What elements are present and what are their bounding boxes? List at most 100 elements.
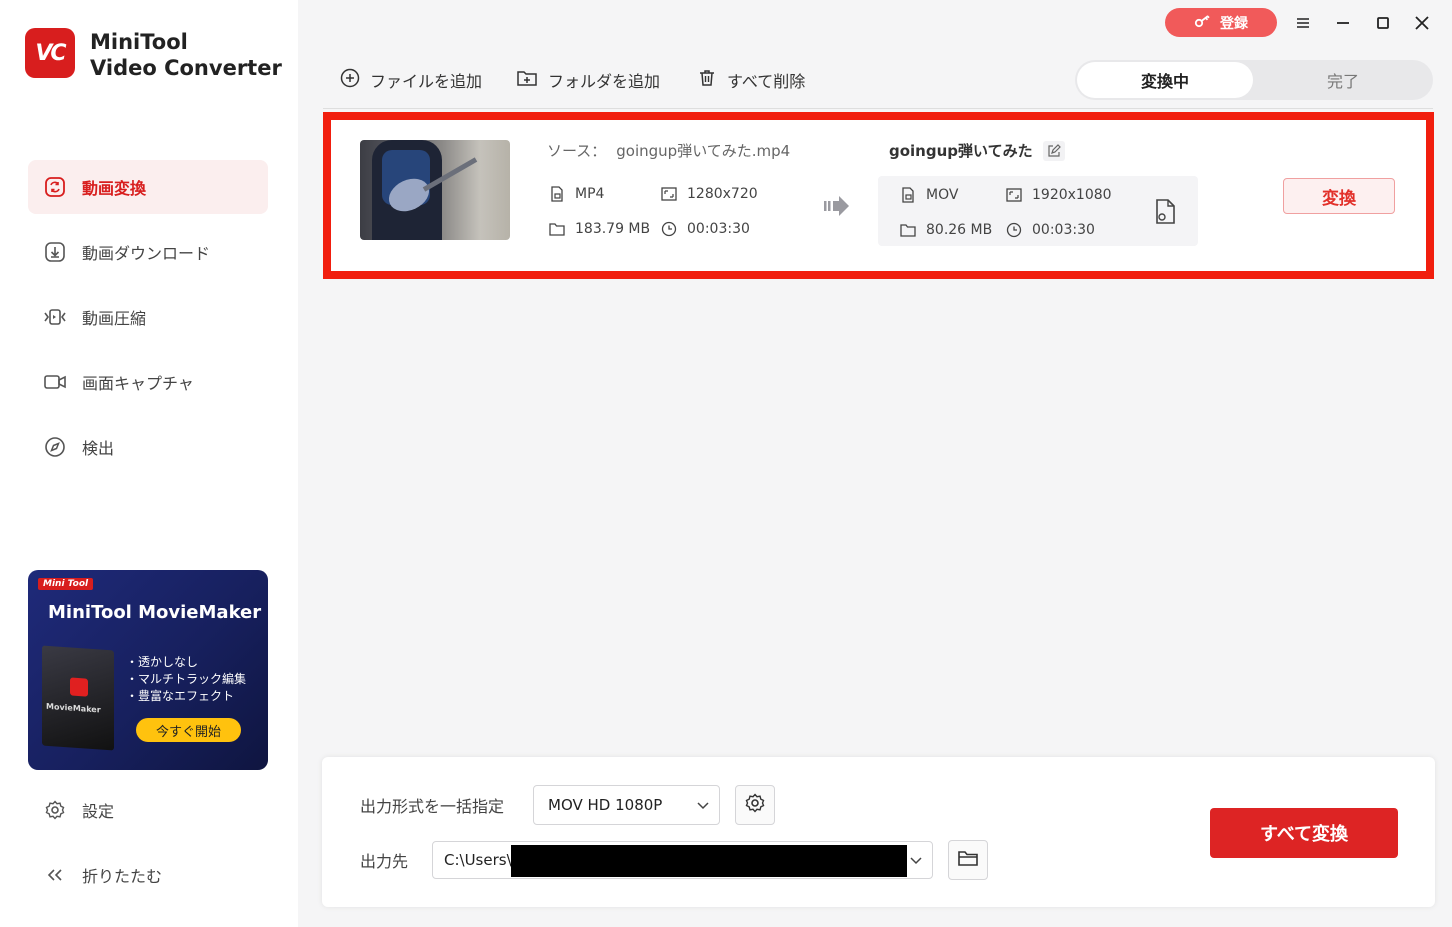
output-format-value: MOV: [926, 187, 959, 203]
resolution-icon: [661, 186, 677, 202]
output-duration: 00:03:30: [1006, 222, 1095, 238]
chevron-down-icon: [697, 796, 709, 814]
promo-feature: ・マルチトラック編集: [126, 672, 247, 686]
delete-all-button[interactable]: すべて削除: [697, 68, 805, 92]
double-chevron-left-icon: [42, 868, 68, 882]
settings-label: 設定: [82, 802, 115, 821]
toolbar-divider: [323, 108, 1433, 109]
sidebar-item-discover[interactable]: 検出: [28, 420, 268, 474]
source-duration-value: 00:03:30: [687, 221, 750, 237]
output-resolution-value: 1920x1080: [1032, 187, 1112, 203]
output-format: MOV: [900, 187, 958, 203]
folder-icon: [957, 849, 979, 871]
source-resolution: 1280x720: [661, 186, 758, 202]
gear-icon: [42, 799, 68, 821]
tab-converting[interactable]: 変換中: [1077, 62, 1253, 98]
sidebar-item-label: 動画圧縮: [82, 309, 147, 328]
source-duration: 00:03:30: [661, 221, 750, 237]
output-size-value: 80.26 MB: [926, 222, 993, 238]
folder-icon: [549, 221, 565, 237]
maximize-icon[interactable]: [1372, 12, 1394, 34]
add-file-button[interactable]: ファイルを追加: [340, 68, 482, 92]
trash-icon: [697, 68, 717, 92]
sidebar-item-video-convert[interactable]: 動画変換: [28, 160, 268, 214]
compass-icon: [42, 434, 68, 460]
app-logo: VC: [25, 28, 75, 78]
moviemaker-promo-banner[interactable]: Mini Tool MiniTool MovieMaker MovieMaker…: [28, 570, 268, 770]
promo-feature: ・透かしなし: [126, 655, 199, 669]
promo-title: MiniTool MovieMaker: [48, 602, 262, 623]
promo-box-label: MovieMaker: [46, 701, 101, 715]
clock-icon: [1006, 222, 1022, 238]
add-file-label: ファイルを追加: [370, 72, 483, 91]
settings-button[interactable]: 設定: [28, 790, 268, 830]
convert-button[interactable]: 変換: [1283, 178, 1395, 214]
close-icon[interactable]: [1411, 12, 1433, 34]
app-title-line1: MiniTool: [90, 30, 188, 54]
add-folder-label: フォルダを追加: [548, 72, 661, 91]
start-now-button[interactable]: 今すぐ開始: [136, 718, 241, 742]
source-format: MP4: [549, 186, 604, 202]
promo-feature: ・豊富なエフェクト: [126, 689, 235, 703]
folder-plus-icon: [516, 68, 538, 92]
plus-circle-icon: [340, 68, 360, 92]
sidebar-item-label: 検出: [82, 439, 115, 458]
app-title-line2: Video Converter: [90, 56, 282, 80]
sidebar-item-video-compress[interactable]: 動画圧縮: [28, 290, 268, 344]
source-size: 183.79 MB: [549, 221, 650, 237]
status-tabs: 変換中 完了: [1075, 60, 1433, 100]
convert-icon: [42, 174, 68, 200]
source-file-label: ソース： goingup弾いてみた.mp4: [547, 140, 790, 161]
output-destination-label: 出力先: [360, 852, 409, 871]
app-title: MiniTool Video Converter: [90, 29, 282, 81]
clock-icon: [661, 221, 677, 237]
sidebar-item-label: 動画変換: [82, 179, 147, 198]
moviemaker-box-image: MovieMaker: [42, 645, 114, 751]
menu-icon[interactable]: [1292, 12, 1314, 34]
minimize-icon[interactable]: [1332, 12, 1354, 34]
convert-all-button[interactable]: すべて変換: [1210, 808, 1398, 858]
output-size: 80.26 MB: [900, 222, 992, 238]
format-settings-button[interactable]: [735, 785, 775, 825]
sidebar-item-label: 動画ダウンロード: [82, 244, 211, 263]
output-format-select-value: MOV HD 1080P: [548, 796, 663, 814]
sidebar-item-video-download[interactable]: 動画ダウンロード: [28, 225, 268, 279]
video-thumbnail[interactable]: [360, 140, 510, 240]
sidebar-item-screen-capture[interactable]: 画面キャプチャ: [28, 355, 268, 409]
moviemaker-logo-icon: [70, 677, 88, 697]
file-video-icon: [900, 187, 916, 203]
arrow-right-icon: [823, 193, 851, 219]
register-label: 登録: [1220, 15, 1248, 32]
delete-all-label: すべて削除: [727, 72, 806, 91]
minitool-badge: Mini Tool: [38, 578, 94, 590]
edit-icon[interactable]: [1042, 140, 1065, 161]
collapse-button[interactable]: 折りたたむ: [28, 855, 268, 895]
gear-icon: [744, 792, 766, 818]
sidebar: VC MiniTool Video Converter 動画変換 動画ダウンロー…: [0, 0, 298, 927]
redacted-path: [511, 845, 907, 877]
download-icon: [42, 239, 68, 265]
chevron-down-icon: [910, 851, 922, 869]
output-file-name: goingup弾いてみた: [889, 140, 1065, 161]
source-file-name: goingup弾いてみた.mp4: [616, 142, 791, 160]
resolution-icon: [1006, 187, 1022, 203]
source-format-value: MP4: [575, 186, 605, 202]
output-format-label: 出力形式を一括指定: [360, 797, 505, 816]
compress-icon: [42, 304, 68, 330]
register-button[interactable]: 登録: [1165, 8, 1277, 37]
output-resolution: 1920x1080: [1006, 187, 1112, 203]
camera-icon: [42, 369, 68, 395]
source-prefix: ソース：: [547, 142, 607, 160]
sidebar-item-label: 画面キャプチャ: [82, 374, 194, 393]
promo-features: ・透かしなし ・マルチトラック編集 ・豊富なエフェクト: [126, 654, 246, 705]
output-format-select[interactable]: MOV HD 1080P: [533, 785, 720, 825]
key-icon: [1194, 14, 1212, 32]
source-resolution-value: 1280x720: [687, 186, 758, 202]
tab-done[interactable]: 完了: [1255, 62, 1431, 98]
file-settings-icon[interactable]: [1152, 198, 1178, 226]
add-folder-button[interactable]: フォルダを追加: [516, 68, 660, 92]
collapse-label: 折りたたむ: [82, 867, 163, 886]
output-destination-value: C:\Users\: [444, 851, 512, 869]
browse-folder-button[interactable]: [948, 840, 988, 880]
output-name-value: goingup弾いてみた: [889, 142, 1033, 160]
